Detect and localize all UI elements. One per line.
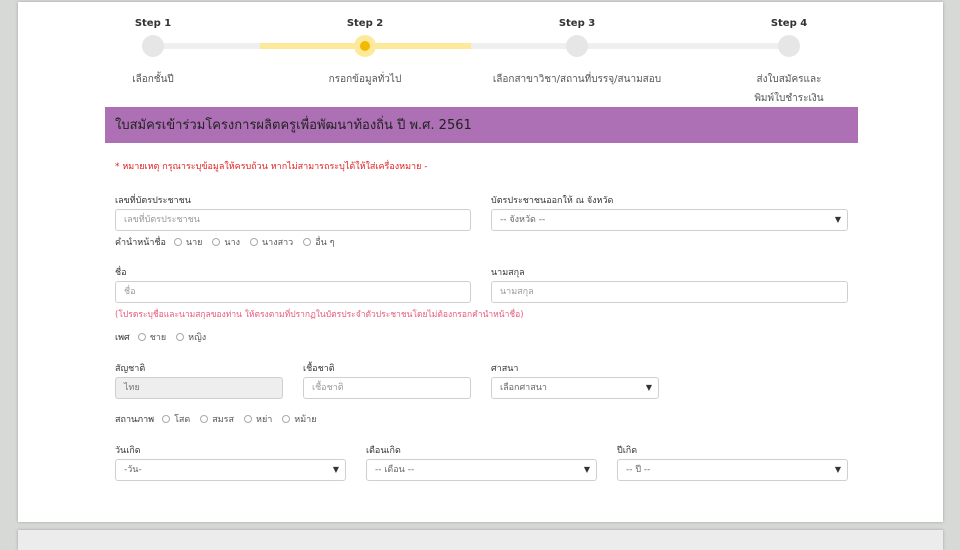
stepper: Step 1 Step 2 Step 3 Step 4 เลือกชั้นปี … [18,2,943,107]
radio-icon [250,238,259,246]
chevron-down-icon: ▼ [834,465,841,474]
religion-select[interactable]: เลือกศาสนา ▼ [491,377,659,399]
marital-option-label: สมรส [212,415,235,425]
nationality-input[interactable]: ไทย [115,377,283,399]
marital-label: สถานภาพ [115,415,155,425]
prefix-label: คำนำหน้าชื่อ [115,238,166,248]
prefix-option-mrs[interactable]: นาง [212,235,240,249]
step-3-label: เลือกสาขาวิชา/สถานที่บรรจุ/สนามสอบ [492,74,662,85]
prefix-option-label: นางสาว [262,238,294,248]
step-track-1 [153,43,260,49]
chevron-down-icon: ▼ [834,215,841,224]
marital-option-widowed[interactable]: หม้าย [282,412,316,426]
birth-month-select[interactable]: -- เดือน -- ▼ [366,459,597,481]
ethnicity-input[interactable]: เชื้อชาติ [303,377,471,399]
step-3-title: Step 3 [558,18,596,29]
step-4-label: ส่งใบสมัครและ พิมพ์ใบชำระเงิน [754,74,824,104]
gender-option-label: หญิง [188,333,207,343]
prefix-radio-group: คำนำหน้าชื่อ นาย นาง นางสาว อื่น ๆ [115,235,345,249]
radio-icon [282,415,291,423]
form-note: * หมายเหตุ กรุณาระบุข้อมูลให้ครบถ้วน หาก… [115,162,428,172]
step-3-dot[interactable] [566,35,588,57]
marital-option-single[interactable]: โสด [162,412,190,426]
marital-option-label: หย่า [256,415,273,425]
birth-day-label: วันเกิด [115,446,141,456]
marital-radio-group: สถานภาพ โสด สมรส หย่า หม้าย [115,412,326,426]
prefix-option-label: นาง [224,238,241,248]
radio-icon [200,415,209,423]
step-1-title: Step 1 [134,18,172,29]
marital-option-label: โสด [174,415,191,425]
gender-option-female[interactable]: หญิง [176,330,206,344]
first-name-label: ชื่อ [115,268,127,278]
step-2-label: กรอกข้อมูลทั่วไป [328,74,402,85]
step-2-dot-current[interactable] [354,35,376,57]
last-name-input[interactable]: นามสกุล [491,281,848,303]
radio-icon [137,333,146,341]
step-2-title: Step 2 [346,18,384,29]
step-4-title: Step 4 [770,18,808,29]
birth-year-value: -- ปี -- [626,465,651,475]
ethnicity-label: เชื้อชาติ [303,364,335,374]
chevron-down-icon: ▼ [645,383,652,392]
radio-icon [162,415,171,423]
marital-option-divorced[interactable]: หย่า [244,412,272,426]
step-track-3 [471,43,789,49]
birth-day-value: -วัน- [124,465,142,475]
province-label: บัตรประชาชนออกให้ ณ จังหวัด [491,196,614,206]
birth-month-value: -- เดือน -- [375,465,415,475]
gender-option-label: ชาย [149,333,167,343]
nationality-label: สัญชาติ [115,364,146,374]
id-card-label: เลขที่บัตรประชาชน [115,196,191,206]
prefix-option-miss[interactable]: นางสาว [250,235,293,249]
id-card-input[interactable]: เลขที่บัตรประชาชน [115,209,471,231]
application-form: ใบสมัครเข้าร่วมโครงการผลิตครูเพื่อพัฒนาท… [105,107,858,517]
prefix-option-other[interactable]: อื่น ๆ [303,235,335,249]
prefix-option-label: นาย [185,238,203,248]
radio-icon [303,238,312,246]
birth-year-label: ปีเกิด [617,446,638,456]
gender-label: เพศ [115,333,130,343]
province-select[interactable]: -- จังหวัด -- ▼ [491,209,848,231]
chevron-down-icon: ▼ [332,465,339,474]
birth-day-select[interactable]: -วัน- ▼ [115,459,346,481]
first-name-input[interactable]: ชื่อ [115,281,471,303]
gender-radio-group: เพศ ชาย หญิง [115,330,216,344]
radio-icon [176,333,185,341]
page-sheet: Step 1 Step 2 Step 3 Step 4 เลือกชั้นปี … [18,2,943,522]
religion-select-value: เลือกศาสนา [500,383,547,393]
radio-icon [173,238,182,246]
birth-month-label: เดือนเกิด [366,446,401,456]
step-4-dot[interactable] [778,35,800,57]
province-select-value: -- จังหวัด -- [500,215,546,225]
radio-icon [244,415,253,423]
birth-year-select[interactable]: -- ปี -- ▼ [617,459,848,481]
prefix-option-label: อื่น ๆ [315,238,335,248]
gender-option-male[interactable]: ชาย [137,330,167,344]
radio-icon [212,238,221,246]
marital-option-label: หม้าย [294,415,317,425]
chevron-down-icon: ▼ [583,465,590,474]
next-page-sheet [18,530,943,550]
name-hint: (โปรดระบุชื่อและนามสกุลของท่าน ให้ตรงตาม… [115,310,524,320]
prefix-option-mr[interactable]: นาย [173,235,203,249]
step-1-label: เลือกชั้นปี [132,74,174,85]
religion-label: ศาสนา [491,364,519,374]
marital-option-married[interactable]: สมรส [200,412,234,426]
form-title: ใบสมัครเข้าร่วมโครงการผลิตครูเพื่อพัฒนาท… [105,107,858,143]
last-name-label: นามสกุล [491,268,525,278]
step-1-dot[interactable] [142,35,164,57]
